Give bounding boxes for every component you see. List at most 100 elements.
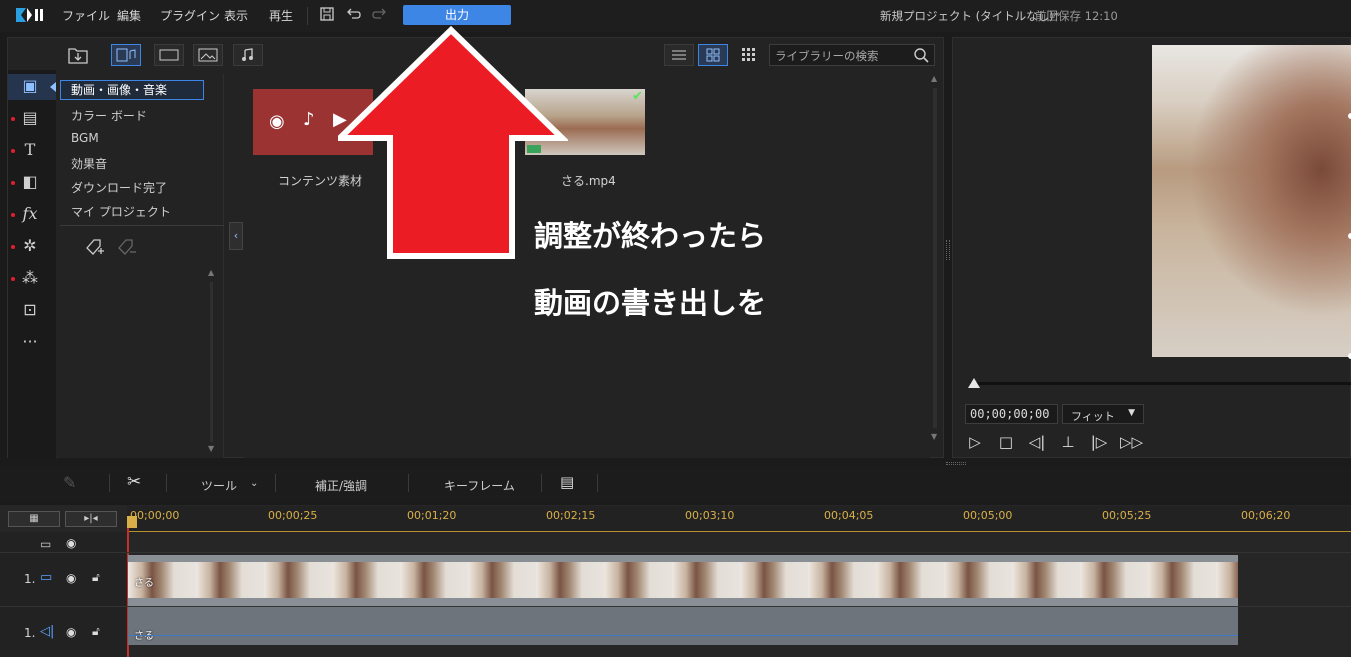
chevron-down-icon: ▼ xyxy=(1128,408,1135,418)
menu-file[interactable]: ファイル xyxy=(62,7,110,24)
camera-icon: ◉ xyxy=(269,111,285,132)
eye-icon[interactable]: ◉ xyxy=(66,625,76,639)
menu-bar: ファイル 編集 プラグイン 表示 再生 出力 新規プロジェクト (タイトルなし)… xyxy=(0,0,1351,32)
timecode-field[interactable]: 00;00;00;00 xyxy=(965,404,1058,424)
scissors-icon[interactable]: ✂ xyxy=(127,472,141,492)
ruler-tick-label: 00;00;25 xyxy=(268,509,318,522)
media-filter-all-button[interactable] xyxy=(111,44,141,66)
collapse-panel-button[interactable]: ‹ xyxy=(229,222,243,250)
category-item[interactable]: ダウンロード完了 xyxy=(71,179,167,196)
category-item[interactable]: マイ プロジェクト xyxy=(71,203,171,220)
audio-volume-line[interactable] xyxy=(128,635,1238,636)
lock-icon[interactable]: 🔓︎ xyxy=(92,624,100,639)
rail-dot xyxy=(11,245,15,249)
remove-tag-icon xyxy=(115,236,137,258)
media-filter-image-button[interactable] xyxy=(193,44,223,66)
preview-frame xyxy=(1152,45,1351,359)
ruler-tick-label: 00;02;15 xyxy=(546,509,596,522)
video-clip[interactable]: さる xyxy=(128,562,1238,598)
library-search-input[interactable]: ライブラリーの検索 xyxy=(769,44,935,66)
eye-icon[interactable]: ◉ xyxy=(66,536,76,550)
template-room-icon[interactable]: ▤ xyxy=(19,107,41,129)
audio-clip[interactable]: さる xyxy=(128,607,1238,645)
list-view-button[interactable] xyxy=(664,44,694,66)
undo-icon[interactable] xyxy=(345,6,361,22)
more-icon[interactable]: ··· xyxy=(19,331,41,353)
music-icon: ♪ xyxy=(303,109,315,130)
redo-icon[interactable] xyxy=(372,6,388,22)
toolbar-divider xyxy=(408,474,409,492)
pip-room-icon[interactable]: ✲ xyxy=(19,235,41,257)
category-scrollbar[interactable]: ▲ ▼ xyxy=(206,268,216,454)
divider xyxy=(60,225,224,226)
rail-dot xyxy=(11,181,15,185)
audio-track-icon: ◁| xyxy=(40,624,55,639)
split-marker-button[interactable]: ⊥ xyxy=(1058,432,1078,452)
fast-forward-button[interactable]: ▷▷ xyxy=(1120,432,1143,452)
seek-handle[interactable] xyxy=(968,378,980,388)
menu-edit[interactable]: 編集 xyxy=(117,7,141,24)
media-filter-video-button[interactable] xyxy=(154,44,184,66)
ruler-tick-label: 00;00;00 xyxy=(130,509,180,522)
toolbar-divider xyxy=(166,474,167,492)
lock-icon[interactable]: 🔓︎ xyxy=(92,570,100,585)
menu-divider xyxy=(307,7,308,25)
menu-playback[interactable]: 再生 xyxy=(269,7,293,24)
ruler-tick-label: 00;03;10 xyxy=(685,509,735,522)
toolbar-divider xyxy=(541,474,542,492)
tools-menu[interactable]: ツール xyxy=(201,477,237,494)
category-item[interactable]: BGM xyxy=(71,131,99,145)
splitter-handle[interactable] xyxy=(946,462,966,465)
previous-frame-button[interactable]: ◁| xyxy=(1027,432,1047,452)
toolbar-divider xyxy=(597,474,598,492)
sort-grid-icon[interactable] xyxy=(741,47,757,63)
grid-view-button[interactable] xyxy=(698,44,728,66)
particle-room-icon[interactable]: ⁂ xyxy=(19,267,41,289)
eye-icon[interactable]: ◉ xyxy=(66,571,76,585)
track-manager-button[interactable]: ▦ xyxy=(8,511,60,527)
chevron-down-icon[interactable]: ⌄ xyxy=(250,478,258,489)
toolbar-divider xyxy=(109,474,110,492)
stop-button[interactable]: □ xyxy=(996,432,1016,452)
video-clip-band xyxy=(128,598,1238,606)
rail-dot xyxy=(11,277,15,281)
toolbar-divider xyxy=(275,474,276,492)
preview-seek-bar[interactable] xyxy=(970,382,1351,385)
category-item[interactable]: 効果音 xyxy=(71,155,107,172)
import-icon[interactable] xyxy=(66,44,90,66)
search-icon[interactable] xyxy=(913,47,929,63)
title-room-icon[interactable]: T xyxy=(19,139,41,161)
save-icon[interactable] xyxy=(319,6,335,22)
correction-button[interactable]: 補正/強調 xyxy=(315,477,367,494)
media-room-icon[interactable]: ▣ xyxy=(19,75,41,97)
menu-view[interactable]: 表示 xyxy=(224,7,248,24)
media-filter-audio-button[interactable] xyxy=(233,44,263,66)
track-number: 1. xyxy=(24,572,36,586)
play-button[interactable]: ▷ xyxy=(965,432,985,452)
ruler-tick-label: 00;05;25 xyxy=(1102,509,1152,522)
splitter-handle[interactable] xyxy=(946,240,950,260)
keyframe-button[interactable]: キーフレーム xyxy=(444,477,515,494)
rail-dot xyxy=(11,149,15,153)
checkmark-icon: ✔ xyxy=(632,89,643,104)
category-item[interactable]: カラー ボード xyxy=(71,107,147,124)
effect-room-icon[interactable]: fx xyxy=(19,203,41,225)
media-label: さる.mp4 xyxy=(561,174,616,188)
ruler-tick-label: 00;05;00 xyxy=(963,509,1013,522)
output-button[interactable]: 出力 xyxy=(403,5,511,25)
subtitle-room-icon[interactable]: ⊡ xyxy=(19,299,41,321)
fit-label: フィット xyxy=(1071,410,1115,423)
next-frame-button[interactable]: |▷ xyxy=(1089,432,1109,452)
add-tag-icon[interactable] xyxy=(83,236,105,258)
master-track-icon: ▭ xyxy=(40,537,52,551)
ruler-tick-label: 00;06;20 xyxy=(1241,509,1291,522)
menu-plugin[interactable]: プラグイン xyxy=(160,7,220,24)
subtitle-list-icon[interactable]: ▤ xyxy=(560,473,574,491)
app-logo xyxy=(14,6,46,24)
zoom-fit-dropdown[interactable]: フィット ▼ xyxy=(1062,404,1144,424)
playhead-marker[interactable] xyxy=(127,516,137,528)
media-scrollbar[interactable]: ▲ ▼ xyxy=(930,74,940,444)
category-item-selected[interactable]: 動画・画像・音楽 xyxy=(60,80,204,100)
transition-room-icon[interactable]: ◧ xyxy=(19,171,41,193)
fit-timeline-button[interactable]: ▸|◂ xyxy=(65,511,117,527)
